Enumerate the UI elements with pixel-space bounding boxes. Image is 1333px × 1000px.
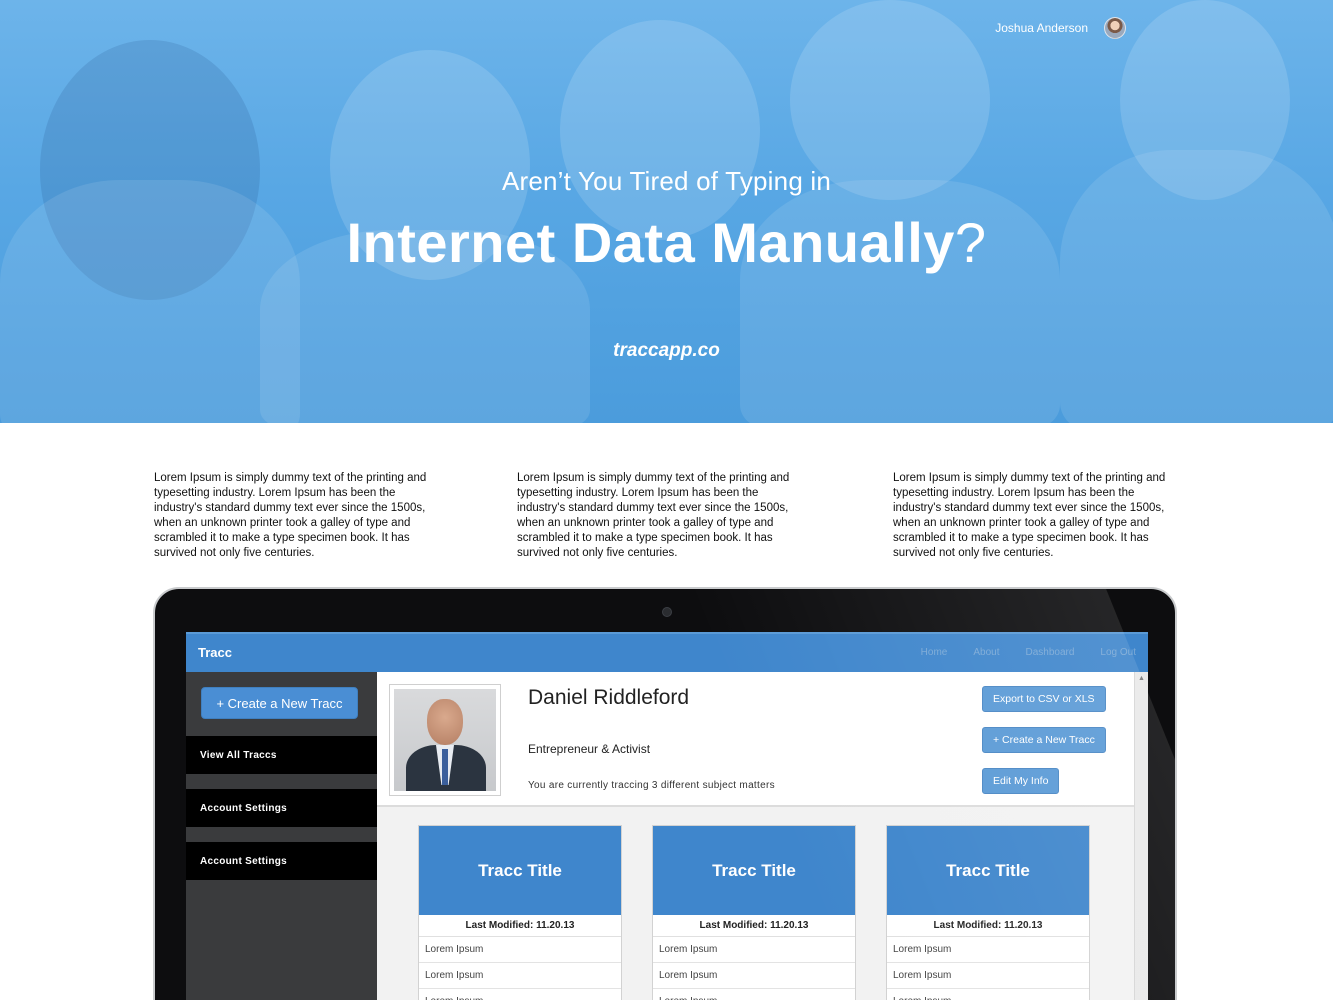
profile-name: Daniel Riddleford [528, 686, 690, 709]
profile-photo-image [394, 689, 496, 791]
tracc-card[interactable]: Tracc Title Last Modified: 11.20.13 Lore… [652, 825, 856, 1000]
scrollbar[interactable]: ▲ [1134, 672, 1148, 1000]
nav-dashboard[interactable]: Dashboard [1025, 647, 1074, 658]
user-name[interactable]: Joshua Anderson [995, 21, 1088, 35]
profile-panel: Daniel Riddleford Entrepreneur & Activis… [377, 672, 1134, 807]
tracc-card-row[interactable]: Lorem Ipsum [887, 937, 1089, 963]
laptop-mockup: Tracc Home About Dashboard Log Out + Cre… [153, 587, 1177, 1000]
camera-icon [662, 607, 672, 617]
create-tracc-button[interactable]: + Create a New Tracc [201, 687, 358, 719]
sidebar-item-account-settings-2[interactable]: Account Settings [186, 842, 377, 880]
hero-subtitle: Aren’t You Tired of Typing in [501, 166, 832, 196]
app-nav: Home About Dashboard Log Out [921, 647, 1136, 658]
sidebar-item-view-all[interactable]: View All Traccs [186, 736, 377, 774]
tracc-card-row[interactable]: Lorem Ipsum [653, 937, 855, 963]
tracc-card-title[interactable]: Tracc Title [887, 826, 1089, 915]
hero-title-text: Internet Data Manually [346, 211, 955, 274]
tracc-card-title[interactable]: Tracc Title [653, 826, 855, 915]
sidebar-item-account-settings[interactable]: Account Settings [186, 789, 377, 827]
nav-home[interactable]: Home [921, 647, 948, 658]
app-main: Daniel Riddleford Entrepreneur & Activis… [377, 672, 1148, 1000]
tracc-card-modified: Last Modified: 11.20.13 [419, 915, 621, 937]
hero-title-mark: ? [954, 211, 987, 274]
create-tracc-button-2[interactable]: + Create a New Tracc [982, 727, 1106, 753]
hero-title: Internet Data Manually? [0, 210, 1333, 275]
scroll-up-icon[interactable]: ▲ [1135, 675, 1148, 682]
app-brand[interactable]: Tracc [198, 645, 232, 660]
hero-url[interactable]: traccapp.co [0, 340, 1333, 362]
profile-role: Entrepreneur & Activist [528, 742, 651, 756]
profile-note: You are currently traccing 3 different s… [528, 780, 775, 791]
edit-info-button[interactable]: Edit My Info [982, 768, 1060, 794]
tracc-card-modified: Last Modified: 11.20.13 [887, 915, 1089, 937]
hero-banner: Joshua Anderson Aren’t You Tired of Typi… [0, 0, 1333, 423]
app-sidebar: + Create a New Tracc View All Traccs Acc… [186, 672, 377, 1000]
tracc-card-row[interactable]: Lorem Ipsum [653, 989, 855, 1000]
avatar[interactable] [1104, 17, 1126, 39]
tracc-card-modified: Last Modified: 11.20.13 [653, 915, 855, 937]
profile-photo [389, 684, 501, 796]
tracc-card-row[interactable]: Lorem Ipsum [887, 989, 1089, 1000]
tracc-card-row[interactable]: Lorem Ipsum [419, 963, 621, 989]
intro-column-1: Lorem Ipsum is simply dummy text of the … [154, 472, 427, 559]
app-navbar: Tracc Home About Dashboard Log Out [186, 632, 1148, 672]
tracc-card-title[interactable]: Tracc Title [419, 826, 621, 915]
export-button[interactable]: Export to CSV or XLS [982, 686, 1106, 712]
tracc-card-row[interactable]: Lorem Ipsum [419, 937, 621, 963]
photo-head [427, 699, 463, 745]
photo-tie [442, 749, 448, 785]
nav-about[interactable]: About [973, 647, 999, 658]
tracc-card-row[interactable]: Lorem Ipsum [419, 989, 621, 1000]
tracc-card-row[interactable]: Lorem Ipsum [653, 963, 855, 989]
nav-logout[interactable]: Log Out [1100, 647, 1136, 658]
intro-column-2: Lorem Ipsum is simply dummy text of the … [517, 472, 790, 559]
user-menu[interactable]: Joshua Anderson [995, 17, 1126, 39]
tracc-card[interactable]: Tracc Title Last Modified: 11.20.13 Lore… [418, 825, 622, 1000]
intro-column-3: Lorem Ipsum is simply dummy text of the … [893, 472, 1166, 559]
tracc-card[interactable]: Tracc Title Last Modified: 11.20.13 Lore… [886, 825, 1090, 1000]
app-screen: Tracc Home About Dashboard Log Out + Cre… [186, 632, 1148, 1000]
tracc-card-row[interactable]: Lorem Ipsum [887, 963, 1089, 989]
hero-photo-shape [560, 20, 760, 240]
